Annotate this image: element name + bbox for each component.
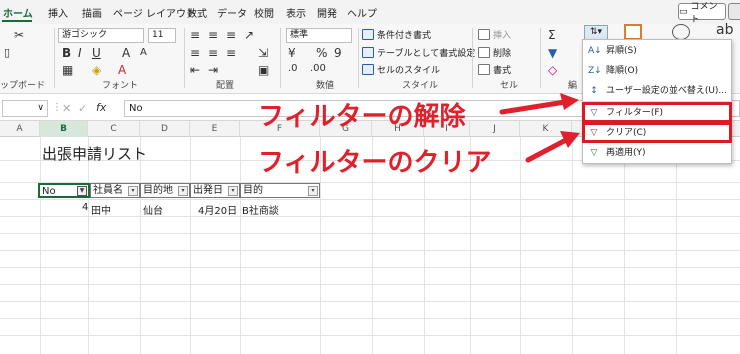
arrow-to-clear	[525, 137, 569, 163]
annotation-arrows	[499, 93, 580, 163]
arrow-to-filter	[499, 99, 568, 115]
arrow-head-filter	[560, 93, 579, 110]
